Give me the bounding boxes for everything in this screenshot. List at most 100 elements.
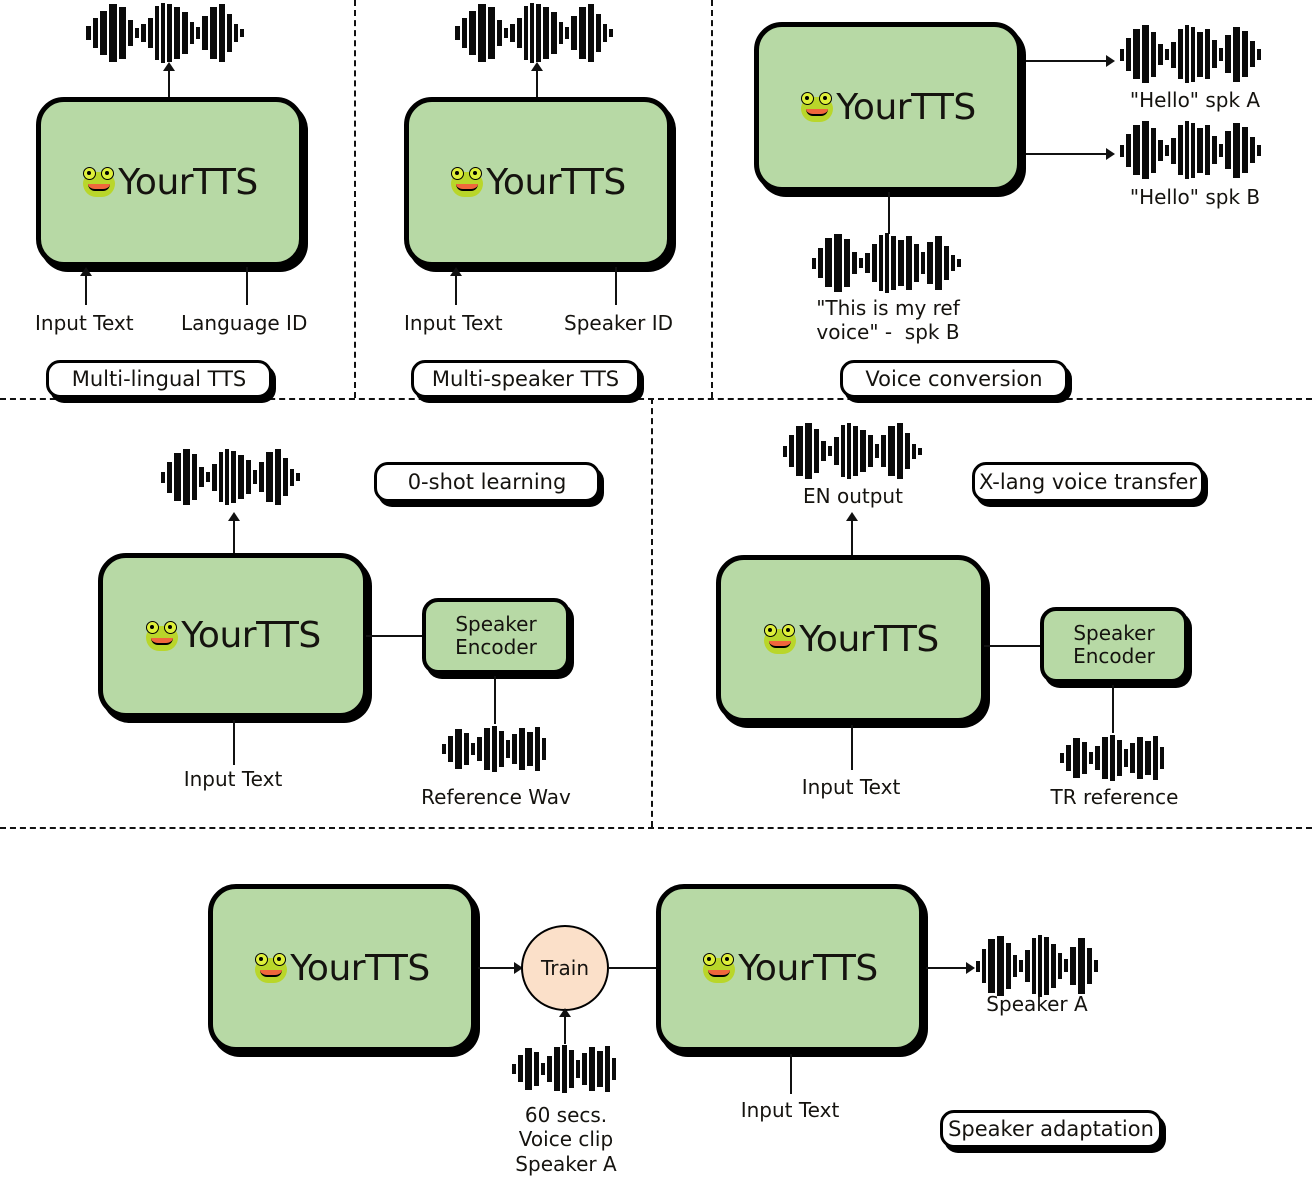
arrowhead-adaptation-output bbox=[966, 962, 975, 974]
pill-multi-lingual-tts: Multi-lingual TTS bbox=[46, 360, 272, 398]
divider-vertical-top-2 bbox=[711, 0, 713, 398]
divider-vertical-middle bbox=[651, 398, 653, 827]
model-box-multispeaker: YourTTS bbox=[404, 97, 672, 267]
connector-model-to-encoder-xlang bbox=[984, 645, 1042, 647]
arrowhead-vc-out-a bbox=[1106, 55, 1115, 67]
label-language-id: Language ID bbox=[181, 311, 308, 335]
arrowhead-output-2 bbox=[531, 62, 543, 71]
pill-label: 0-shot learning bbox=[407, 470, 567, 494]
label-input-text-1: Input Text bbox=[35, 311, 134, 335]
brand-text: YourTTS bbox=[118, 161, 258, 203]
waveform-output-en bbox=[783, 423, 922, 479]
pill-label: Multi-speaker TTS bbox=[431, 367, 620, 391]
model-box-zeroshot: YourTTS bbox=[98, 553, 368, 718]
connector-model-to-encoder-zeroshot bbox=[366, 635, 424, 637]
pill-multi-speaker-tts: Multi-speaker TTS bbox=[411, 360, 640, 398]
divider-horizontal-top bbox=[0, 398, 1312, 400]
connector-encoder-to-refwav bbox=[494, 676, 496, 724]
connector-speaker-id bbox=[615, 267, 617, 305]
model-box-adaptation-left: YourTTS bbox=[208, 884, 476, 1052]
label-speaker-id: Speaker ID bbox=[564, 311, 674, 335]
yourtts-label: YourTTS bbox=[763, 619, 939, 660]
frog-face-icon bbox=[254, 953, 288, 983]
train-node: Train bbox=[521, 925, 609, 1011]
connector-input-text-2 bbox=[455, 275, 457, 305]
connector-vc-reference bbox=[888, 192, 890, 234]
label-input-text-adaptation: Input Text bbox=[740, 1098, 840, 1122]
pill-label: X-lang voice transfer bbox=[978, 470, 1198, 494]
brand-text: YourTTS bbox=[486, 161, 626, 203]
brand-text: YourTTS bbox=[181, 615, 321, 656]
waveform-hello-spk-b bbox=[1120, 121, 1261, 179]
pill-zero-shot-learning: 0-shot learning bbox=[374, 462, 600, 502]
connector-left-model-to-train bbox=[478, 967, 516, 969]
connector-train-to-right-model bbox=[608, 967, 656, 969]
connector-vc-out-b bbox=[1026, 153, 1108, 155]
caption-hello-spk-b: "Hello" spk B bbox=[1129, 185, 1261, 209]
speaker-encoder-label: Speaker Encoder bbox=[1073, 621, 1155, 668]
connector-voiceclip-to-train bbox=[564, 1016, 566, 1044]
speaker-encoder-label: Speaker Encoder bbox=[455, 612, 537, 659]
yourtts-label: YourTTS bbox=[702, 948, 878, 989]
connector-vc-out-a bbox=[1026, 60, 1108, 62]
caption-reference-wav: Reference Wav bbox=[421, 785, 571, 809]
waveform-reference-voice bbox=[812, 233, 961, 293]
arrowhead-output-xlang bbox=[846, 512, 858, 521]
caption-hello-spk-a: "Hello" spk A bbox=[1129, 88, 1261, 112]
divider-vertical-top-1 bbox=[354, 0, 356, 398]
yourtts-label: YourTTS bbox=[254, 948, 430, 989]
waveform-hello-spk-a bbox=[1120, 25, 1261, 83]
pill-speaker-adaptation: Speaker adaptation bbox=[940, 1110, 1162, 1148]
frog-face-icon bbox=[450, 167, 484, 197]
caption-en-output: EN output bbox=[803, 484, 903, 508]
speaker-encoder-box-zeroshot: Speaker Encoder bbox=[422, 598, 570, 674]
caption-speaker-a: Speaker A bbox=[986, 992, 1088, 1016]
waveform-output-multilingual bbox=[86, 3, 244, 63]
waveform-speaker-a-output bbox=[976, 935, 1098, 997]
connector-model-to-output-xlang bbox=[851, 520, 853, 558]
connector-input-text-xlang bbox=[851, 725, 853, 770]
speaker-encoder-box-xlang: Speaker Encoder bbox=[1040, 607, 1188, 683]
waveform-reference-wav bbox=[442, 726, 546, 772]
waveform-output-zeroshot bbox=[161, 449, 300, 505]
pill-voice-conversion: Voice conversion bbox=[840, 360, 1068, 398]
connector-input-text-adaptation bbox=[790, 1054, 792, 1094]
yourtts-label: YourTTS bbox=[82, 162, 258, 203]
yourtts-label: YourTTS bbox=[450, 162, 626, 203]
train-label: Train bbox=[541, 956, 589, 980]
waveform-voice-clip bbox=[512, 1045, 616, 1093]
pill-xlang-voice-transfer: X-lang voice transfer bbox=[972, 462, 1204, 502]
model-box-adaptation-right: YourTTS bbox=[656, 884, 924, 1052]
pill-label: Multi-lingual TTS bbox=[71, 367, 247, 391]
waveform-tr-reference bbox=[1060, 735, 1164, 781]
arrowhead-vc-out-b bbox=[1106, 148, 1115, 160]
frog-face-icon bbox=[763, 624, 797, 654]
caption-reference-voice: "This is my ref voice" - spk B bbox=[816, 296, 960, 345]
pill-label: Speaker adaptation bbox=[948, 1117, 1154, 1141]
waveform-output-multispeaker bbox=[455, 3, 613, 63]
yourtts-label: YourTTS bbox=[800, 87, 976, 128]
frog-face-icon bbox=[702, 953, 736, 983]
label-input-text-zeroshot: Input Text bbox=[183, 767, 283, 791]
caption-voice-clip: 60 secs. Voice clip Speaker A bbox=[515, 1103, 617, 1176]
brand-text: YourTTS bbox=[799, 618, 939, 660]
diagram-canvas: YourTTS Input Text Language ID Multi-lin… bbox=[0, 0, 1312, 1198]
brand-text: YourTTS bbox=[836, 86, 976, 128]
label-input-text-xlang: Input Text bbox=[801, 775, 901, 799]
arrowhead-input-text-1 bbox=[80, 267, 92, 276]
frog-face-icon bbox=[82, 167, 116, 197]
brand-text: YourTTS bbox=[290, 947, 430, 989]
arrowhead-voiceclip bbox=[559, 1008, 571, 1017]
arrowhead-output-1 bbox=[163, 62, 175, 71]
connector-language-id bbox=[246, 267, 248, 305]
model-box-voice-conversion: YourTTS bbox=[754, 22, 1022, 192]
label-input-text-2: Input Text bbox=[404, 311, 503, 335]
pill-label: Voice conversion bbox=[865, 367, 1043, 391]
connector-encoder-to-trref bbox=[1112, 685, 1114, 733]
frog-face-icon bbox=[800, 92, 834, 122]
connector-right-model-to-output bbox=[926, 967, 968, 969]
connector-input-text-zeroshot bbox=[233, 720, 235, 765]
brand-text: YourTTS bbox=[738, 947, 878, 989]
divider-horizontal-bottom bbox=[0, 827, 1312, 829]
model-box-multilingual: YourTTS bbox=[36, 97, 304, 267]
